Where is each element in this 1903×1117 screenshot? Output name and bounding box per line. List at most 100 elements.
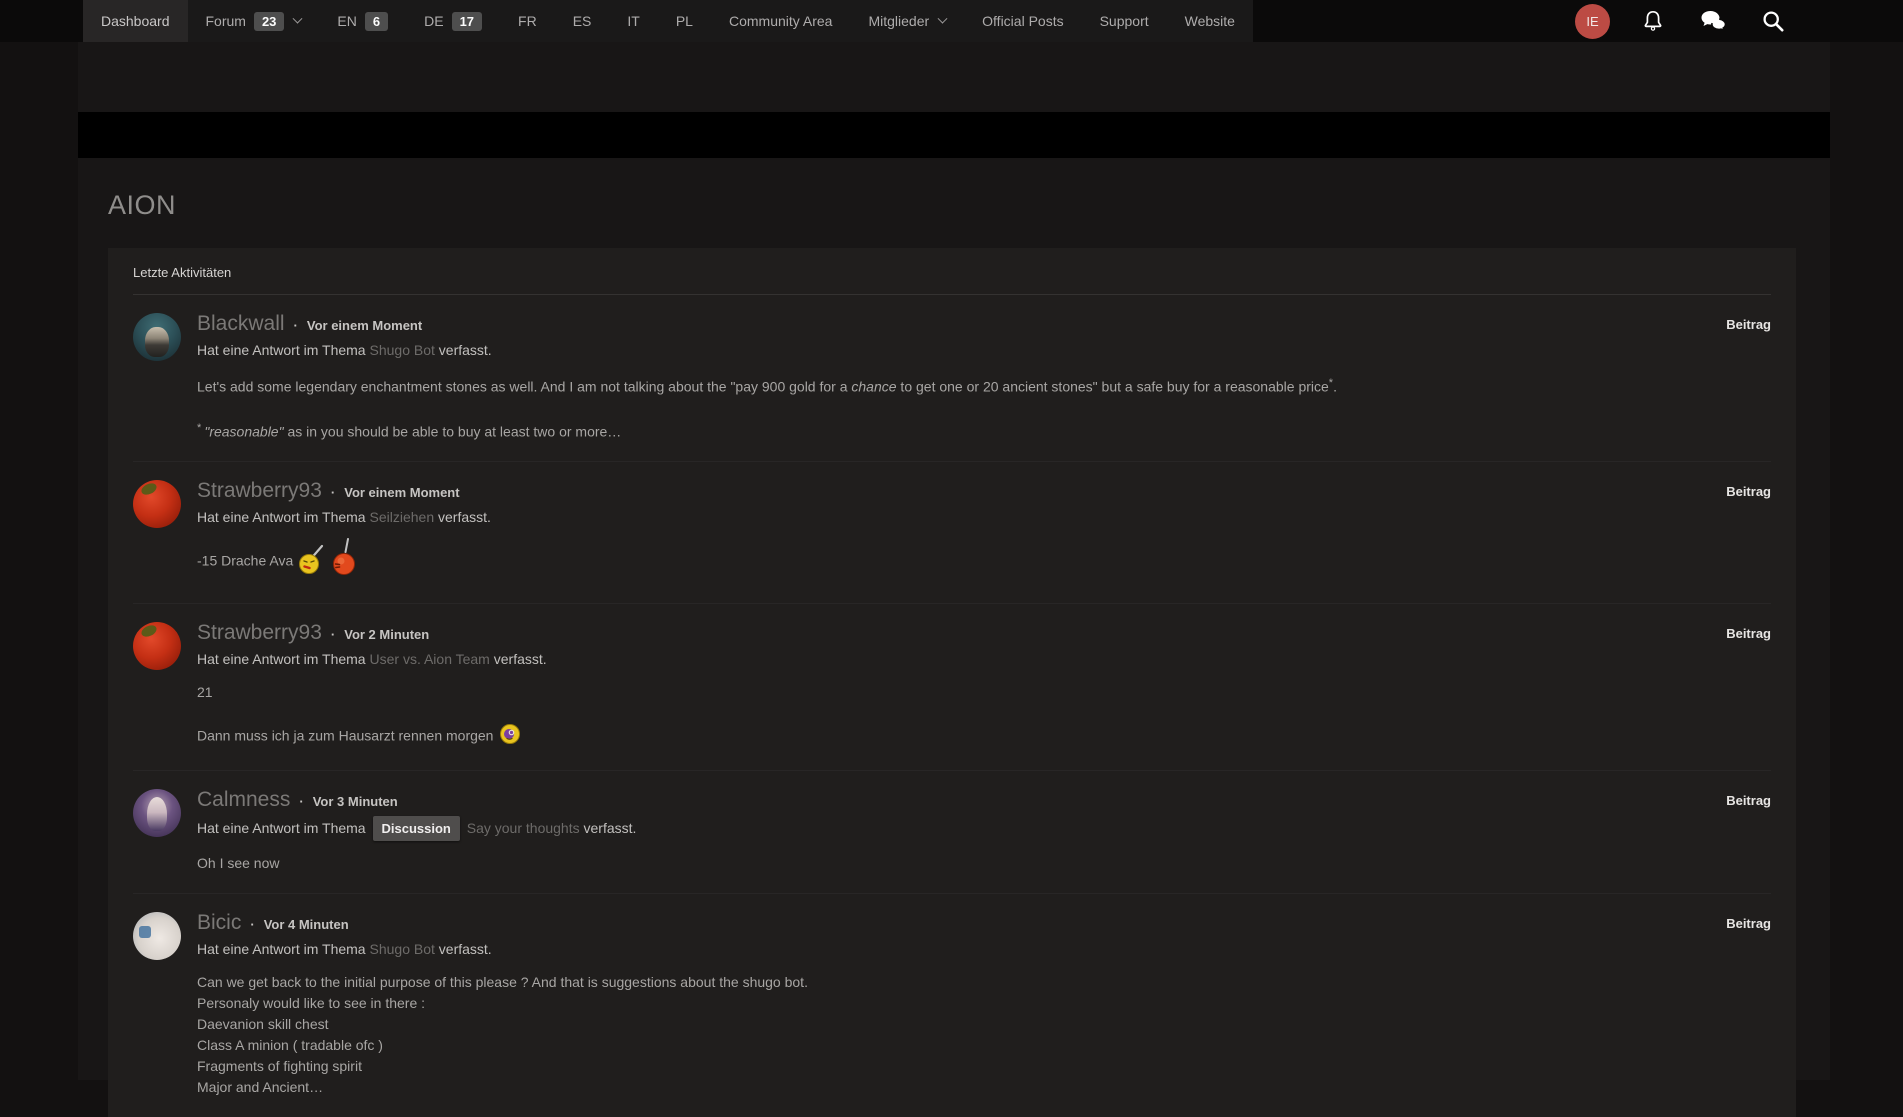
nav-label: Support [1100, 13, 1149, 29]
topic-link[interactable]: User vs. Aion Team [370, 651, 490, 667]
action-prefix: Hat eine Antwort im Thema [197, 820, 366, 836]
action-prefix: Hat eine Antwort im Thema [197, 651, 366, 667]
avatar[interactable] [133, 789, 181, 837]
action-suffix: verfasst. [439, 342, 492, 358]
nav-label: Website [1185, 13, 1235, 29]
activity-item: Strawberry93 · Vor einem Moment Hat eine… [133, 462, 1771, 604]
activity-content: Strawberry93 · Vor einem Moment Hat eine… [197, 477, 1681, 584]
action-suffix: verfasst. [584, 820, 637, 836]
timestamp: Vor einem Moment [344, 479, 459, 506]
nav-item-es[interactable]: ES [555, 0, 610, 42]
activity-content: Bicic · Vor 4 Minuten Hat eine Antwort i… [197, 909, 1681, 1098]
nav-user-controls: IE [1575, 0, 1790, 42]
username-link[interactable]: Strawberry93 [197, 477, 322, 504]
de-count-badge: 17 [452, 12, 482, 31]
recent-activity-panel: Letzte Aktivitäten Blackwall · Vor einem… [108, 248, 1796, 1117]
post-type-link[interactable]: Beitrag [1681, 786, 1771, 808]
snippet-text: Oh I see now [197, 855, 280, 871]
nav-label: Official Posts [982, 13, 1063, 29]
meta-separator: · [331, 621, 335, 648]
notifications-bell-icon[interactable] [1636, 4, 1670, 38]
nav-item-dashboard[interactable]: Dashboard [83, 0, 188, 42]
activity-item: Blackwall · Vor einem Moment Hat eine An… [133, 295, 1771, 462]
nav-item-en[interactable]: EN 6 [319, 0, 406, 42]
activity-item: Bicic · Vor 4 Minuten Hat eine Antwort i… [133, 894, 1771, 1117]
snippet-text: -15 Drache Ava [197, 553, 293, 569]
topic-link[interactable]: Say your thoughts [467, 820, 580, 836]
snippet-text: . [1333, 379, 1337, 395]
username-link[interactable]: Blackwall [197, 310, 285, 337]
topic-link[interactable]: Seilziehen [370, 509, 435, 525]
action-prefix: Hat eine Antwort im Thema [197, 342, 366, 358]
nav-item-fr[interactable]: FR [500, 0, 555, 42]
snippet-line: Daevanion skill chest [197, 1014, 1681, 1035]
nav-item-community-area[interactable]: Community Area [711, 0, 850, 42]
timestamp: Vor 4 Minuten [264, 911, 349, 938]
post-type-link[interactable]: Beitrag [1681, 619, 1771, 641]
action-suffix: verfasst. [494, 651, 547, 667]
nav-item-mitglieder[interactable]: Mitglieder [850, 0, 964, 42]
action-line: Hat eine Antwort im Thema Discussion Say… [197, 816, 1681, 841]
snippet-line: Can we get back to the initial purpose o… [197, 972, 1681, 993]
conversations-chat-icon[interactable] [1696, 4, 1730, 38]
post-snippet: Let's add some legendary enchantment sto… [197, 373, 1681, 442]
post-snippet: 21 Dann muss ich ja zum Hausarzt rennen … [197, 682, 1681, 751]
post-type-link[interactable]: Beitrag [1681, 477, 1771, 499]
avatar[interactable] [133, 912, 181, 960]
snippet-text-italic: "reasonable" [204, 423, 283, 439]
snippet-text: Let's add some legendary enchantment sto… [197, 379, 851, 395]
action-prefix: Hat eine Antwort im Thema [197, 941, 366, 957]
avatar[interactable] [133, 480, 181, 528]
search-icon[interactable] [1756, 4, 1790, 38]
timestamp: Vor einem Moment [307, 312, 422, 339]
topic-prefix-badge[interactable]: Discussion [373, 816, 460, 841]
action-line: Hat eine Antwort im Thema Shugo Bot verf… [197, 939, 1681, 960]
nav-label: PL [676, 13, 693, 29]
nav-item-forum[interactable]: Forum 23 [188, 0, 320, 42]
avatar[interactable] [133, 622, 181, 670]
post-type-link[interactable]: Beitrag [1681, 310, 1771, 332]
avatar[interactable] [133, 313, 181, 361]
post-snippet: -15 Drache Ava [197, 540, 1681, 584]
nav-item-support[interactable]: Support [1082, 0, 1167, 42]
snippet-text: to get one or 20 ancient stones" but a s… [897, 379, 1329, 395]
post-type-link[interactable]: Beitrag [1681, 909, 1771, 931]
post-snippet: Can we get back to the initial purpose o… [197, 972, 1681, 1098]
meta-separator: · [294, 312, 298, 339]
chevron-down-icon [293, 13, 303, 23]
user-menu-avatar[interactable]: IE [1575, 4, 1610, 39]
username-link[interactable]: Strawberry93 [197, 619, 322, 646]
nav-item-de[interactable]: DE 17 [406, 0, 500, 42]
en-count-badge: 6 [365, 12, 388, 31]
username-link[interactable]: Bicic [197, 909, 241, 936]
action-suffix: verfasst. [438, 509, 491, 525]
snippet-text-italic: chance [851, 379, 896, 395]
needle-balloon-smiley-emoji [331, 538, 359, 582]
nav-item-pl[interactable]: PL [658, 0, 711, 42]
timestamp: Vor 2 Minuten [344, 621, 429, 648]
topic-link[interactable]: Shugo Bot [370, 941, 435, 957]
post-snippet: Oh I see now [197, 853, 1681, 874]
snippet-text: as in you should be able to buy at least… [284, 423, 622, 439]
nav-item-it[interactable]: IT [609, 0, 657, 42]
sword-smiley-emoji [298, 539, 326, 581]
nav-label: Mitglieder [868, 13, 929, 29]
top-navigation-bar: Dashboard Forum 23 EN 6 DE 17 FR ES IT P… [0, 0, 1903, 42]
activity-content: Calmness · Vor 3 Minuten Hat eine Antwor… [197, 786, 1681, 874]
nav-item-official-posts[interactable]: Official Posts [964, 0, 1081, 42]
activity-content: Blackwall · Vor einem Moment Hat eine An… [197, 310, 1681, 442]
timestamp: Vor 3 Minuten [313, 788, 398, 815]
username-link[interactable]: Calmness [197, 786, 290, 813]
action-line: Hat eine Antwort im Thema User vs. Aion … [197, 649, 1681, 670]
snippet-line: Fragments of fighting spirit [197, 1056, 1681, 1077]
snippet-line: Class A minion ( tradable ofc ) [197, 1035, 1681, 1056]
nav-item-website[interactable]: Website [1167, 0, 1253, 42]
snippet-line: Major and Ancient… [197, 1077, 1681, 1098]
panel-header: Letzte Aktivitäten [133, 248, 1771, 295]
snippet-text: Dann muss ich ja zum Hausarzt rennen mor… [197, 728, 493, 744]
topic-link[interactable]: Shugo Bot [370, 342, 435, 358]
nav-label: FR [518, 13, 537, 29]
meta-separator: · [250, 911, 254, 938]
snippet-line: Personaly would like to see in there : [197, 993, 1681, 1014]
snippet-text: 21 [197, 684, 213, 700]
